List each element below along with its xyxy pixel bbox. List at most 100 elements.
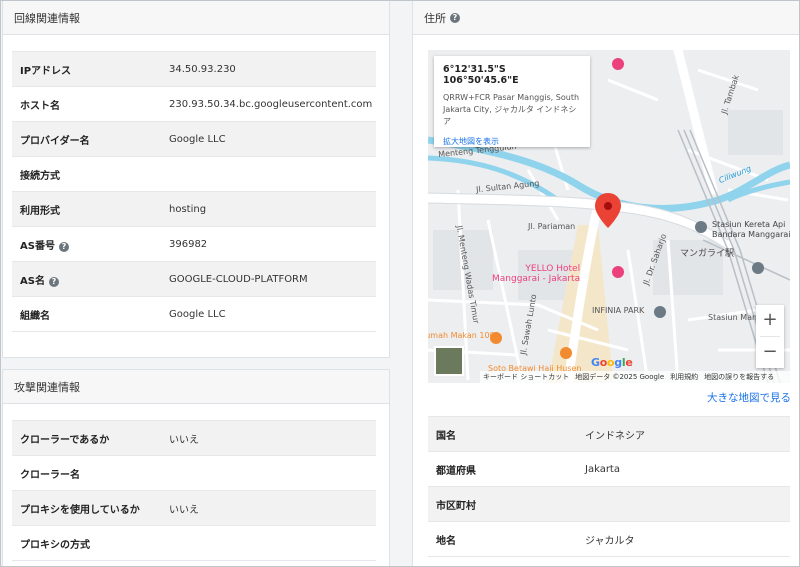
row-value: Jakarta bbox=[573, 451, 790, 487]
attack-info-header: 攻撃関連情報 bbox=[3, 370, 389, 404]
row-label: AS番号? bbox=[12, 226, 157, 262]
row-label-text: AS名 bbox=[20, 275, 45, 287]
row-label: 利用形式 bbox=[12, 191, 157, 227]
zoom-out-button[interactable]: − bbox=[756, 337, 784, 368]
row-label-text: 地名 bbox=[436, 535, 456, 547]
question-circle-icon[interactable]: ? bbox=[48, 276, 59, 287]
network-info-card: 回線関連情報 IPアドレス 34.50.93.230 ホスト名 230.93.50.3… bbox=[2, 0, 390, 358]
table-row: 組織名 Google LLC bbox=[12, 296, 376, 332]
row-value: インドネシア bbox=[573, 416, 790, 452]
table-row: 利用形式 hosting bbox=[12, 191, 376, 227]
table-row: 国名 インドネシア bbox=[428, 416, 790, 452]
table-row: クローラーであるか いいえ bbox=[12, 420, 376, 456]
table-row: クローラー名 bbox=[12, 455, 376, 491]
poi-infinia-label: INFINIA PARK bbox=[592, 306, 645, 315]
terms-link[interactable]: 利用規約 bbox=[670, 372, 698, 382]
embedded-map[interactable]: 6°12'31.5"S 106°50'45.6"E QRRW+FCR Pasar… bbox=[428, 50, 790, 383]
enlarge-map-link[interactable]: 拡大地図を表示 bbox=[443, 136, 582, 147]
map-info-bubble: 6°12'31.5"S 106°50'45.6"E QRRW+FCR Pasar… bbox=[434, 56, 590, 147]
row-label-text: 組織名 bbox=[20, 310, 50, 322]
table-row: AS番号? 396982 bbox=[12, 226, 376, 262]
row-value: GOOGLE-CLOUD-PLATFORM bbox=[157, 261, 376, 297]
row-label-text: 接続方式 bbox=[20, 170, 60, 182]
attack-info-card: 攻撃関連情報 クローラーであるか いいえ クローラー名 プロキシを使用しているか いいえ… bbox=[2, 369, 390, 567]
google-logo: Google bbox=[591, 356, 633, 369]
row-value bbox=[157, 156, 376, 192]
row-label-text: プロバイダー名 bbox=[20, 135, 90, 147]
row-label-text: 都道府県 bbox=[436, 465, 476, 477]
table-row: 市区町村 bbox=[428, 486, 790, 522]
row-label: 接続方式 bbox=[12, 156, 157, 192]
poi-station-jp-label: マンガライ駅 bbox=[680, 249, 735, 259]
table-row: 地名 ジャカルタ bbox=[428, 521, 790, 557]
keyboard-shortcuts-link[interactable]: キーボード ショートカット bbox=[483, 372, 569, 382]
row-value: hosting bbox=[157, 191, 376, 227]
row-value: ジャカルタ bbox=[573, 521, 790, 557]
row-label-text: ホスト名 bbox=[20, 100, 60, 112]
poi-station-label: Stasiun Kereta Api Bandara Manggarai bbox=[712, 220, 790, 239]
zoom-in-button[interactable]: + bbox=[756, 305, 784, 336]
table-row: プロキシを使用しているか いいえ bbox=[12, 490, 376, 526]
row-label: 組織名 bbox=[12, 296, 157, 332]
row-value bbox=[157, 525, 376, 561]
map-address: QRRW+FCR Pasar Manggis, South Jakarta Ci… bbox=[443, 93, 580, 126]
row-label: プロキシの方式 bbox=[12, 525, 157, 561]
address-header: 住所 ? bbox=[413, 1, 800, 35]
row-label: プロキシを使用しているか bbox=[12, 490, 157, 526]
table-row: IPアドレス 34.50.93.230 bbox=[12, 51, 376, 87]
table-row: プロキシの方式 bbox=[12, 525, 376, 561]
row-value: いいえ bbox=[157, 420, 376, 456]
row-label: ホスト名 bbox=[12, 86, 157, 122]
row-label-text: クローラーであるか bbox=[20, 434, 110, 446]
row-value bbox=[157, 455, 376, 491]
table-row: プロバイダー名 Google LLC bbox=[12, 121, 376, 157]
address-info-table: 国名 インドネシア都道府県 Jakarta 市区町村地名 ジャカルタ bbox=[428, 416, 790, 557]
row-label: 地名 bbox=[428, 521, 573, 557]
row-label-text: 利用形式 bbox=[20, 205, 60, 217]
row-value: Google LLC bbox=[157, 296, 376, 332]
row-value: 34.50.93.230 bbox=[157, 51, 376, 87]
road-label-pariaman: Jl. Pariaman bbox=[528, 222, 576, 231]
table-row: ホスト名 230.93.50.34.bc.googleusercontent.co… bbox=[12, 86, 376, 122]
question-circle-icon[interactable]: ? bbox=[58, 241, 69, 252]
address-title: 住所 bbox=[424, 11, 446, 25]
row-label: 都道府県 bbox=[428, 451, 573, 487]
row-label: 市区町村 bbox=[428, 486, 573, 522]
satellite-toggle-button[interactable] bbox=[434, 346, 464, 376]
table-row: AS名? GOOGLE-CLOUD-PLATFORM bbox=[12, 261, 376, 297]
row-label-text: AS番号 bbox=[20, 240, 55, 252]
poi-makan-label: Rumah Makan 1001 bbox=[428, 331, 500, 340]
map-data-attribution: 地図データ ©2025 Google bbox=[575, 373, 665, 381]
view-larger-map-link[interactable]: 大きな地図で見る bbox=[707, 390, 791, 405]
row-label-text: IPアドレス bbox=[20, 65, 72, 77]
row-label-text: クローラー名 bbox=[20, 469, 80, 481]
report-error-link[interactable]: 地図の誤りを報告する bbox=[704, 372, 774, 382]
row-label: IPアドレス bbox=[12, 51, 157, 87]
map-footer: キーボード ショートカット 地図データ ©2025 Google 利用規約 地図… bbox=[480, 371, 790, 383]
row-value: Google LLC bbox=[157, 121, 376, 157]
network-info-title: 回線関連情報 bbox=[14, 11, 80, 25]
row-value: 396982 bbox=[157, 226, 376, 262]
row-label: クローラーであるか bbox=[12, 420, 157, 456]
row-label: クローラー名 bbox=[12, 455, 157, 491]
row-value: 230.93.50.34.bc.googleusercontent.com bbox=[157, 86, 376, 122]
row-label-text: プロキシの方式 bbox=[20, 539, 90, 551]
poi-hotel-label: YELLO Hotel Manggarai - Jakarta bbox=[492, 264, 581, 284]
network-info-table: IPアドレス 34.50.93.230 ホスト名 230.93.50.34.bc.go… bbox=[12, 51, 376, 332]
question-circle-icon[interactable]: ? bbox=[450, 12, 460, 23]
map-coordinates: 6°12'31.5"S 106°50'45.6"E bbox=[443, 64, 519, 86]
row-label-text: 市区町村 bbox=[436, 500, 476, 512]
attack-info-title: 攻撃関連情報 bbox=[14, 380, 80, 394]
row-value: いいえ bbox=[157, 490, 376, 526]
row-label-text: 国名 bbox=[436, 430, 456, 442]
row-label: プロバイダー名 bbox=[12, 121, 157, 157]
table-row: 都道府県 Jakarta bbox=[428, 451, 790, 487]
row-label-text: プロキシを使用しているか bbox=[20, 504, 140, 516]
row-label: AS名? bbox=[12, 261, 157, 297]
row-label: 国名 bbox=[428, 416, 573, 452]
table-row: 接続方式 bbox=[12, 156, 376, 192]
map-zoom-controls: + − bbox=[756, 305, 784, 368]
row-value bbox=[573, 486, 790, 522]
network-info-header: 回線関連情報 bbox=[3, 1, 389, 35]
attack-info-table: クローラーであるか いいえ クローラー名 プロキシを使用しているか いいえ プロキシの方式 bbox=[12, 420, 376, 561]
